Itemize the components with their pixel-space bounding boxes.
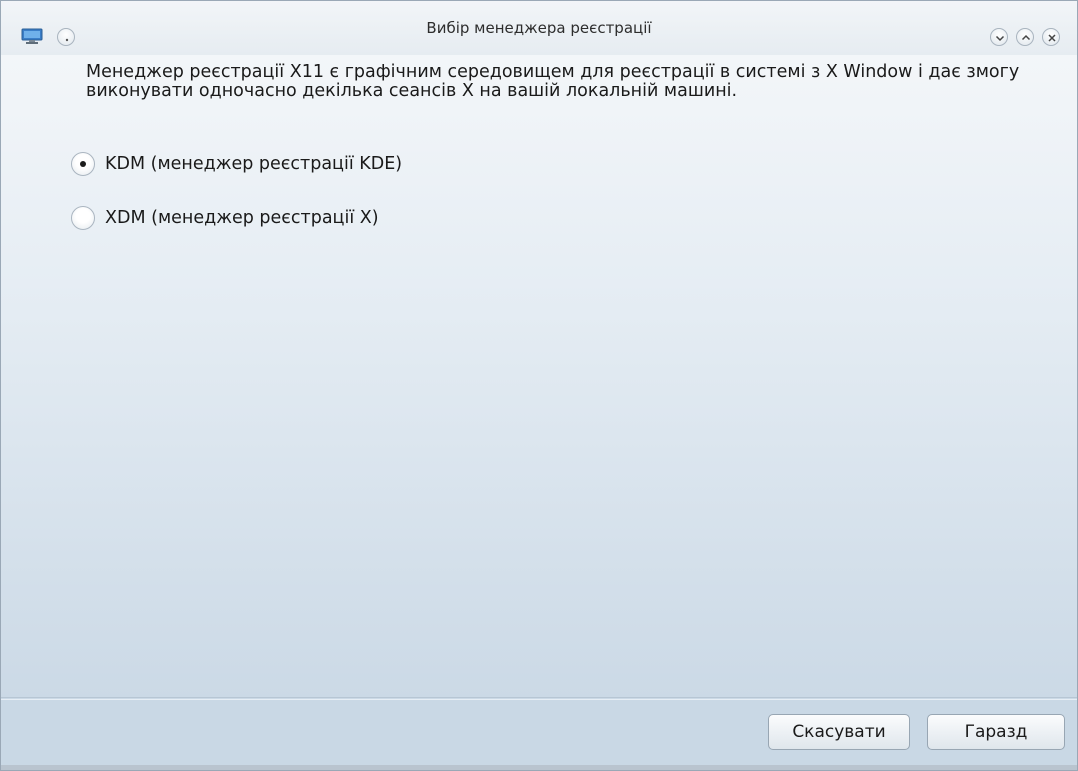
window-title: Вибір менеджера реєстрації	[426, 19, 652, 37]
window-bottom-edge	[1, 765, 1077, 770]
radio-option-kdm[interactable]: KDM (менеджер реєстрації KDE)	[71, 150, 402, 178]
radio-button-kdm[interactable]	[71, 152, 95, 176]
dialog-window: Вибір менеджера реєстрації Менеджер реєс…	[0, 0, 1078, 771]
radio-label-xdm: XDM (менеджер реєстрації X)	[105, 208, 379, 228]
ok-button[interactable]: Гаразд	[927, 714, 1065, 750]
maximize-icon[interactable]	[1016, 28, 1034, 46]
radio-option-xdm[interactable]: XDM (менеджер реєстрації X)	[71, 204, 379, 232]
close-icon[interactable]	[1042, 28, 1060, 46]
radio-button-xdm[interactable]	[71, 206, 95, 230]
titlebar[interactable]: Вибір менеджера реєстрації	[1, 1, 1077, 55]
radio-label-kdm: KDM (менеджер реєстрації KDE)	[105, 154, 403, 174]
description-text: Менеджер реєстрації X11 є графічним сере…	[86, 62, 1020, 101]
button-bar	[1, 699, 1077, 766]
cancel-button[interactable]: Скасувати	[768, 714, 910, 750]
minimize-icon[interactable]	[990, 28, 1008, 46]
footer-separator	[1, 697, 1077, 698]
